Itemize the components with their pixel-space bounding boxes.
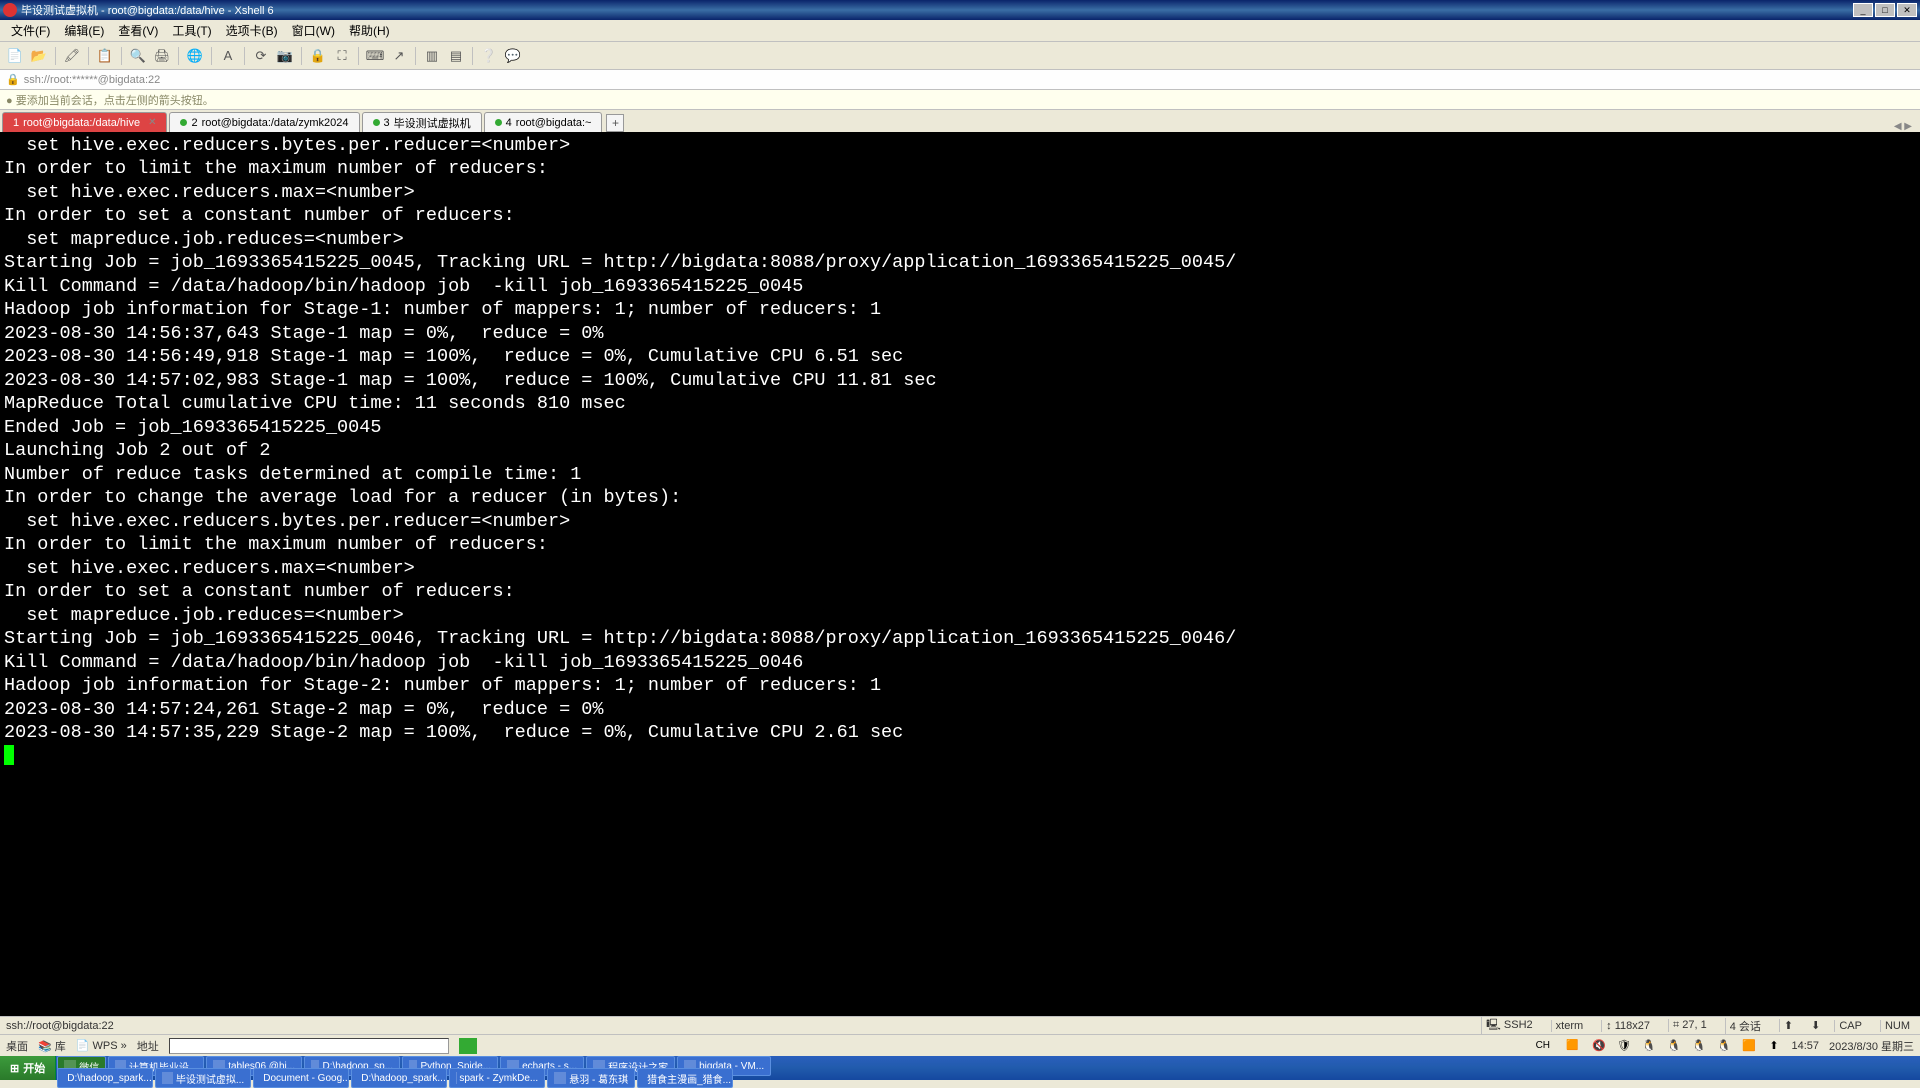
chat-icon[interactable]: 💬 bbox=[503, 46, 523, 66]
tab-1[interactable]: 1 root@bigdata:/data/hive ✕ bbox=[2, 112, 167, 132]
status-down-icon[interactable]: ⬇ bbox=[1811, 1019, 1820, 1032]
task-button[interactable]: 猎食主漫画_猎食... bbox=[637, 1068, 733, 1088]
task-button[interactable]: Document - Goog... bbox=[253, 1068, 349, 1088]
menu-window[interactable]: 窗口(W) bbox=[286, 20, 341, 41]
status-term: xterm bbox=[1551, 1020, 1588, 1032]
session-tabs: 1 root@bigdata:/data/hive ✕ 2 root@bigda… bbox=[0, 110, 1920, 132]
library-label[interactable]: 📚 库 bbox=[38, 1038, 66, 1054]
font-icon[interactable]: A bbox=[218, 46, 238, 66]
menu-file[interactable]: 文件(F) bbox=[5, 20, 56, 41]
tab-2[interactable]: 2 root@bigdata:/data/zymk2024 bbox=[169, 112, 359, 132]
maximize-button[interactable]: □ bbox=[1875, 3, 1895, 17]
hint-bar: ● 要添加当前会话，点击左侧的箭头按钮。 bbox=[0, 90, 1920, 110]
wps-label[interactable]: 📄 WPS » bbox=[76, 1039, 127, 1052]
status-pos: ⌗ 27, 1 bbox=[1668, 1019, 1711, 1032]
terminal-output[interactable]: set hive.exec.reducers.bytes.per.reducer… bbox=[0, 132, 1920, 1016]
tile-h-icon[interactable]: ▥ bbox=[422, 46, 442, 66]
status-num: NUM bbox=[1880, 1020, 1914, 1032]
fullscreen-icon[interactable]: ⛶ bbox=[332, 46, 352, 66]
add-tab-button[interactable]: + bbox=[606, 114, 624, 132]
tab-scroll-arrows[interactable]: ◀ ▶ bbox=[1888, 121, 1918, 132]
task-button[interactable]: 悬羽 - 葛东琪 bbox=[547, 1068, 635, 1088]
hint-text: ● 要添加当前会话，点击左侧的箭头按钮。 bbox=[6, 92, 214, 108]
desktop-label[interactable]: 桌面 bbox=[6, 1038, 28, 1054]
task-button[interactable]: D:\hadoop_spark... bbox=[351, 1068, 447, 1088]
status-protocol: 🖳 SSH2 bbox=[1481, 1016, 1536, 1035]
tab-4[interactable]: 4 root@bigdata:~ bbox=[484, 112, 603, 132]
address-label: 地址 bbox=[137, 1038, 159, 1054]
tray-icon[interactable]: 🐧 bbox=[1691, 1038, 1706, 1053]
menu-tabs[interactable]: 选项卡(B) bbox=[220, 20, 284, 41]
start-button[interactable]: ⊞ 开始 bbox=[0, 1056, 56, 1080]
menu-bar: 文件(F) 编辑(E) 查看(V) 工具(T) 选项卡(B) 窗口(W) 帮助(… bbox=[0, 20, 1920, 42]
search-icon[interactable]: 🔍 bbox=[128, 46, 148, 66]
status-sessions: 4 会话 bbox=[1725, 1018, 1765, 1034]
keyboard-icon[interactable]: ⌨ bbox=[365, 46, 385, 66]
window-titlebar: 毕设测试虚拟机 - root@bigdata:/data/hive - Xshe… bbox=[0, 0, 1920, 20]
tray-icon[interactable]: 🐧 bbox=[1641, 1038, 1656, 1053]
status-cap: CAP bbox=[1834, 1020, 1866, 1032]
new-session-icon[interactable]: 📄 bbox=[5, 46, 25, 66]
lock-icon[interactable]: 🔒 bbox=[308, 46, 328, 66]
open-session-icon[interactable]: 📂 bbox=[29, 46, 49, 66]
menu-view[interactable]: 查看(V) bbox=[112, 20, 164, 41]
tray-icon[interactable]: 🐧 bbox=[1716, 1038, 1731, 1053]
go-button[interactable] bbox=[459, 1038, 477, 1054]
status-up-icon[interactable]: ⬆ bbox=[1779, 1019, 1797, 1032]
menu-tools[interactable]: 工具(T) bbox=[166, 20, 217, 41]
ime-s[interactable]: 🟧 bbox=[1563, 1040, 1581, 1051]
clock-date: 2023/8/30 星期三 bbox=[1829, 1038, 1914, 1054]
tray-icon[interactable]: 🛡 bbox=[1616, 1038, 1631, 1053]
print-icon[interactable]: 🖨 bbox=[152, 46, 172, 66]
windows-logo-icon: ⊞ bbox=[10, 1062, 19, 1075]
connected-dot-icon bbox=[495, 119, 502, 126]
windows-taskbar: ⊞ 开始 微信 计算机毕业设... tables06 @hi... D:\had… bbox=[0, 1056, 1920, 1080]
tray-icon[interactable]: ⬆ bbox=[1766, 1038, 1781, 1053]
desktop-toolbar: 桌面 📚 库 📄 WPS » 地址 CH 🟧 🔇 🛡 🐧 🐧 🐧 🐧 🟧 ⬆ 1… bbox=[0, 1034, 1920, 1056]
ime-ch[interactable]: CH bbox=[1533, 1040, 1553, 1051]
task-button[interactable]: D:\hadoop_spark... bbox=[57, 1068, 153, 1088]
status-bar: ssh://root@bigdata:22 🖳 SSH2 xterm ↕ 118… bbox=[0, 1016, 1920, 1034]
tray-icon[interactable]: 🐧 bbox=[1666, 1038, 1681, 1053]
screenshot-icon[interactable]: 📷 bbox=[275, 46, 295, 66]
tray-icon[interactable]: 🔇 bbox=[1591, 1038, 1606, 1053]
close-icon[interactable]: ✕ bbox=[148, 117, 156, 128]
clock-time: 14:57 bbox=[1791, 1040, 1819, 1052]
refresh-icon[interactable]: ⟳ bbox=[251, 46, 271, 66]
window-title: 毕设测试虚拟机 - root@bigdata:/data/hive - Xshe… bbox=[21, 2, 274, 18]
connected-dot-icon bbox=[180, 119, 187, 126]
arrow-icon[interactable]: ↗ bbox=[389, 46, 409, 66]
globe-icon[interactable]: 🌐 bbox=[185, 46, 205, 66]
toolbar: 📄 📂 🖍 📋 🔍 🖨 🌐 A ⟳ 📷 🔒 ⛶ ⌨ ↗ ▥ ▤ ❔ 💬 bbox=[0, 42, 1920, 70]
tile-v-icon[interactable]: ▤ bbox=[446, 46, 466, 66]
task-button[interactable]: 毕设测试虚拟... bbox=[155, 1068, 251, 1088]
task-button[interactable]: spark - ZymkDe... bbox=[449, 1068, 545, 1088]
xshell-icon bbox=[3, 3, 17, 17]
address-text: ssh://root:******@bigdata:22 bbox=[24, 74, 161, 86]
status-size: ↕ 118x27 bbox=[1601, 1020, 1654, 1032]
connected-dot-icon bbox=[373, 119, 380, 126]
menu-edit[interactable]: 编辑(E) bbox=[58, 20, 110, 41]
address-bar[interactable]: 🔒 ssh://root:******@bigdata:22 bbox=[0, 70, 1920, 90]
terminal-cursor bbox=[4, 745, 14, 765]
tab-3[interactable]: 3 毕设测试虚拟机 bbox=[362, 112, 482, 132]
help-icon[interactable]: ❔ bbox=[479, 46, 499, 66]
copy-icon[interactable]: 📋 bbox=[95, 46, 115, 66]
highlight-icon[interactable]: 🖍 bbox=[62, 46, 82, 66]
close-button[interactable]: ✕ bbox=[1897, 3, 1917, 17]
desktop-address-input[interactable] bbox=[169, 1038, 449, 1054]
menu-help[interactable]: 帮助(H) bbox=[343, 20, 396, 41]
tray-icon[interactable]: 🟧 bbox=[1741, 1038, 1756, 1053]
status-connection: ssh://root@bigdata:22 bbox=[6, 1020, 114, 1032]
minimize-button[interactable]: _ bbox=[1853, 3, 1873, 17]
